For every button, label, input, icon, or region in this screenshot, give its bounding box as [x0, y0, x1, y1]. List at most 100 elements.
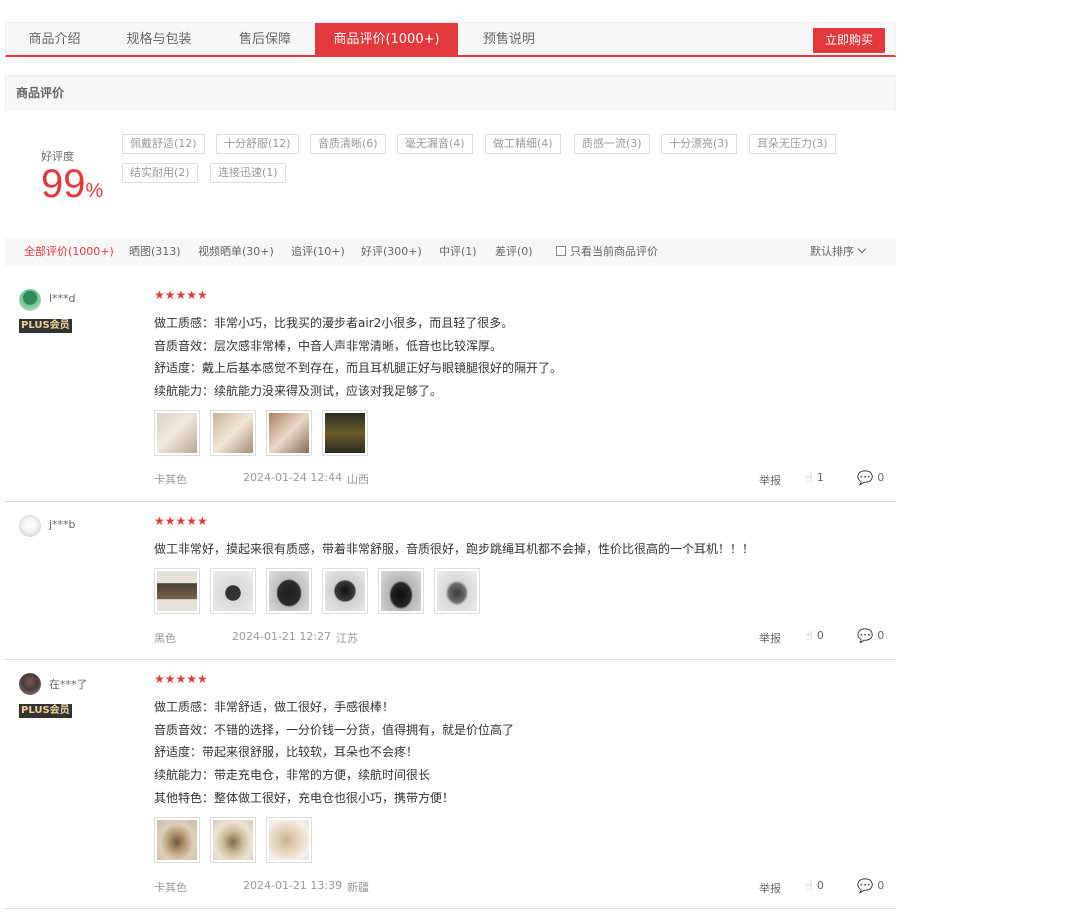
- avatar: [19, 289, 41, 311]
- review-tag[interactable]: 做工精细(4): [485, 134, 561, 154]
- comment-count: 0: [877, 879, 885, 892]
- sort-dropdown[interactable]: 默认排序: [810, 238, 867, 266]
- section-title: 商品评价: [5, 75, 896, 110]
- product-tab-bar: 商品介绍 规格与包装 售后保障 商品评价(1000+) 预售说明 立即购买: [5, 22, 896, 57]
- review-tag[interactable]: 结实耐用(2): [122, 163, 198, 183]
- username: 在***了: [49, 678, 88, 691]
- review-photo[interactable]: [378, 568, 424, 614]
- review-photo[interactable]: [154, 568, 200, 614]
- product-color: 卡其色: [154, 881, 187, 894]
- username: j***b: [49, 518, 76, 531]
- review-item: l***d PLUS会员 ★★★★★ 做工质感：非常小巧，比我买的漫步者air2…: [5, 280, 896, 502]
- review-photo[interactable]: [154, 817, 200, 863]
- review-region: 山西: [347, 473, 369, 486]
- rate-unit: %: [85, 180, 104, 202]
- review-tag[interactable]: 质感一流(3): [574, 134, 650, 154]
- review-filter-bar: 全部评价(1000+) 晒图(313) 视频晒单(30+) 追评(10+) 好评…: [5, 238, 896, 266]
- like-count: 0: [816, 629, 824, 642]
- positive-rate-value: 99%: [41, 160, 103, 215]
- review-photo[interactable]: [322, 410, 368, 456]
- review-text-line: 舒适度：带起来很舒服，比较软，耳朵也不会疼！: [154, 745, 419, 759]
- tab-reviews[interactable]: 商品评价(1000+): [315, 23, 458, 56]
- review-tag[interactable]: 佩戴舒适(12): [122, 134, 205, 154]
- review-photo[interactable]: [434, 568, 480, 614]
- comment-icon: 💬: [857, 879, 874, 894]
- avatar: [19, 515, 41, 537]
- like-button[interactable]: ☝ 1: [805, 470, 824, 486]
- review-date: 2024-01-21 12:27: [232, 630, 332, 643]
- review-tag[interactable]: 连接迅速(1): [210, 163, 286, 183]
- review-photo[interactable]: [210, 410, 256, 456]
- product-color: 卡其色: [154, 473, 187, 486]
- buy-now-button[interactable]: 立即购买: [813, 28, 885, 53]
- review-tag[interactable]: 十分舒服(12): [216, 134, 299, 154]
- report-link[interactable]: 举报: [759, 880, 781, 896]
- rate-number: 99: [41, 162, 86, 206]
- filter-photos[interactable]: 晒图(313): [129, 238, 181, 266]
- like-button[interactable]: ☝ 0: [805, 628, 824, 644]
- filter-videos[interactable]: 视频晒单(30+): [198, 238, 274, 266]
- review-text-line: 续航能力：带走充电仓，非常的方便，续航时间很长: [154, 768, 431, 782]
- review-photo[interactable]: [210, 817, 256, 863]
- thumbs-up-icon: ☝: [805, 471, 813, 486]
- only-current-label: 只看当前商品评价: [570, 245, 658, 258]
- like-button[interactable]: ☝ 0: [805, 878, 824, 894]
- comment-icon: 💬: [857, 629, 874, 644]
- review-text-line: 做工质感：非常小巧，比我买的漫步者air2小很多，而且轻了很多。: [154, 316, 514, 330]
- review-photo[interactable]: [210, 568, 256, 614]
- star-rating: ★★★★★: [154, 514, 208, 528]
- review-text-line: 舒适度：戴上后基本感觉不到存在，而且耳机腿正好与眼镜腿很好的隔开了。: [154, 361, 563, 375]
- filter-all[interactable]: 全部评价(1000+): [24, 238, 114, 266]
- review-date: 2024-01-21 13:39: [243, 879, 343, 892]
- tab-product-intro[interactable]: 商品介绍: [6, 23, 103, 56]
- review-photo[interactable]: [266, 817, 312, 863]
- review-text-line: 做工非常好，摸起来很有质感，带着非常舒服，音质很好，跑步跳绳耳机都不会掉，性价比…: [154, 542, 755, 556]
- tab-specs-packaging[interactable]: 规格与包装: [103, 23, 215, 56]
- plus-member-badge: PLUS会员: [19, 319, 72, 333]
- only-current-checkbox[interactable]: [556, 246, 566, 256]
- comment-count: 0: [877, 629, 885, 642]
- avatar: [19, 673, 41, 695]
- review-tag[interactable]: 音质清晰(6): [310, 134, 386, 154]
- review-date: 2024-01-24 12:44: [243, 471, 343, 484]
- review-item: j***b ★★★★★ 做工非常好，摸起来很有质感，带着非常舒服，音质很好，跑步…: [5, 502, 896, 660]
- review-text-line: 其他特色：整体做工很好，充电仓也很小巧，携带方便！: [154, 791, 455, 805]
- plus-member-badge: PLUS会员: [19, 704, 72, 718]
- review-region: 新疆: [347, 881, 369, 894]
- comment-button[interactable]: 💬 0: [857, 470, 885, 486]
- review-photo[interactable]: [266, 568, 312, 614]
- star-rating: ★★★★★: [154, 672, 208, 686]
- review-text-line: 续航能力：续航能力没来得及测试，应该对我足够了。: [154, 384, 443, 398]
- review-photo[interactable]: [266, 410, 312, 456]
- filter-followup[interactable]: 追评(10+): [291, 238, 345, 266]
- filter-negative[interactable]: 差评(0): [495, 238, 533, 266]
- comment-count: 0: [877, 471, 885, 484]
- report-link[interactable]: 举报: [759, 630, 781, 646]
- review-tag[interactable]: 毫无漏音(4): [397, 134, 473, 154]
- review-item: 在***了 PLUS会员 ★★★★★ 做工质感：非常舒适，做工很好，手感很棒！ …: [5, 660, 896, 909]
- comment-button[interactable]: 💬 0: [857, 628, 885, 644]
- review-text-line: 音质音效：层次感非常棒，中音人声非常清晰，低音也比较浑厚。: [154, 339, 503, 353]
- filter-positive[interactable]: 好评(300+): [361, 238, 422, 266]
- comment-icon: 💬: [857, 471, 874, 486]
- tab-after-sales[interactable]: 售后保障: [215, 23, 315, 56]
- like-count: 0: [816, 879, 824, 892]
- report-link[interactable]: 举报: [759, 472, 781, 488]
- like-count: 1: [816, 471, 824, 484]
- review-tag[interactable]: 十分漂亮(3): [661, 134, 737, 154]
- star-rating: ★★★★★: [154, 288, 208, 302]
- review-region: 江苏: [336, 632, 358, 645]
- thumbs-up-icon: ☝: [805, 629, 813, 644]
- sort-label: 默认排序: [810, 245, 854, 258]
- review-text-line: 音质音效：不错的选择，一分价钱一分货，值得拥有，就是价位高了: [154, 723, 515, 737]
- product-color: 黑色: [154, 632, 176, 645]
- review-photo[interactable]: [322, 568, 368, 614]
- chevron-down-icon: [857, 244, 867, 254]
- review-photo[interactable]: [154, 410, 200, 456]
- tab-presale-info[interactable]: 预售说明: [458, 23, 560, 56]
- review-tag[interactable]: 耳朵无压力(3): [749, 134, 836, 154]
- comment-button[interactable]: 💬 0: [857, 878, 885, 894]
- username: l***d: [49, 292, 76, 305]
- thumbs-up-icon: ☝: [805, 879, 813, 894]
- filter-neutral[interactable]: 中评(1): [439, 238, 477, 266]
